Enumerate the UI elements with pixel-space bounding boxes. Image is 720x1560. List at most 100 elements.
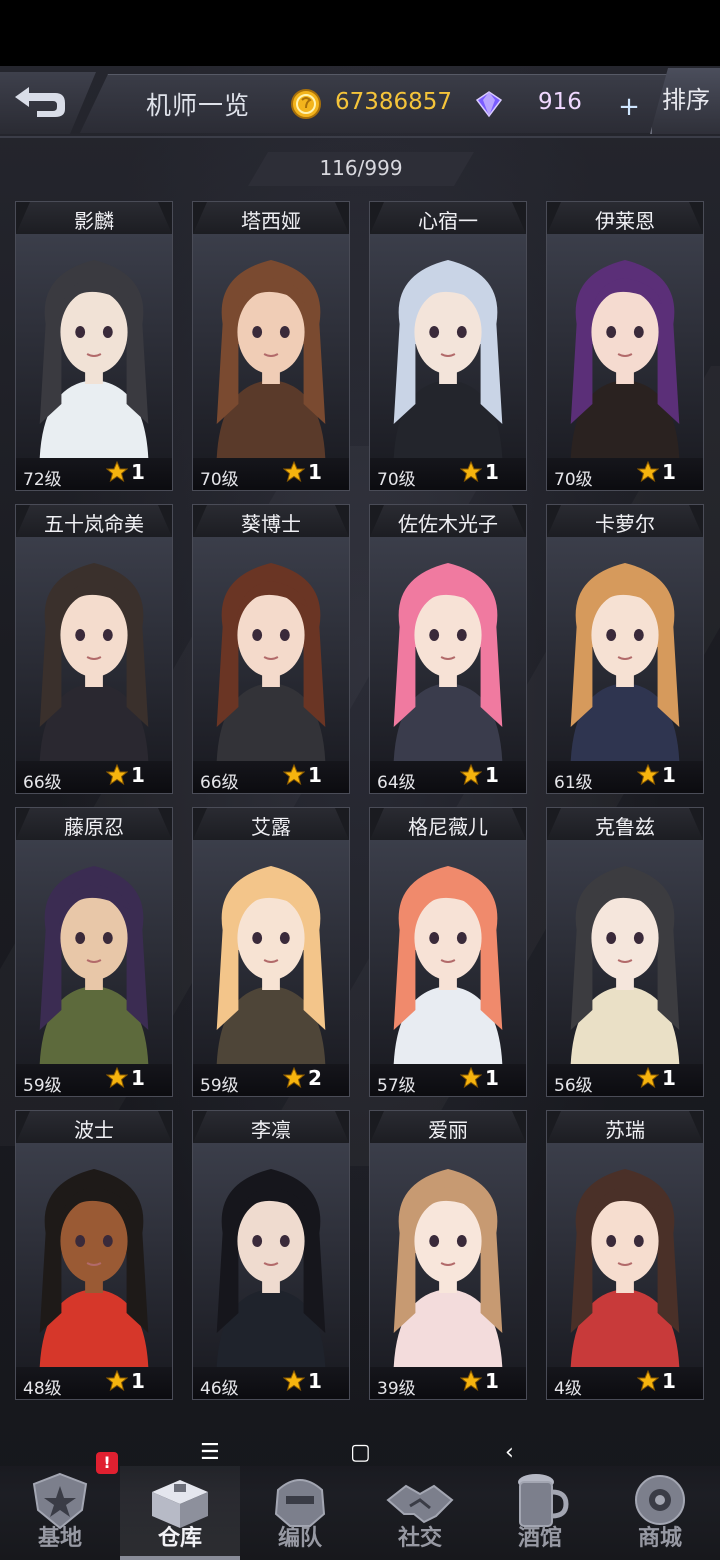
alert-badge: ! xyxy=(96,1452,118,1474)
diamond-icon xyxy=(475,91,503,118)
bottom-nav: ! 基地 仓库 编队 社交 酒馆 商城 xyxy=(0,1452,720,1560)
nav-base[interactable]: ! 基地 xyxy=(0,1452,120,1560)
pilot-name: 艾露 xyxy=(251,815,291,839)
pilot-level: 64级 xyxy=(377,773,416,793)
add-diamond-button[interactable]: + xyxy=(616,94,642,120)
nav-label: 商城 xyxy=(637,1526,682,1551)
star-icon xyxy=(283,764,305,786)
pilot-name: 佐佐木光子 xyxy=(398,512,498,536)
star-icon xyxy=(106,764,128,786)
pilot-card[interactable]: 藤原忍 59级 1 xyxy=(15,807,173,1097)
star-icon xyxy=(460,1067,482,1089)
star-icon xyxy=(637,461,659,483)
pilot-portrait-image xyxy=(193,234,349,458)
pilot-name: 格尼薇儿 xyxy=(408,815,488,839)
pilot-name: 李凛 xyxy=(251,1118,291,1142)
star-icon xyxy=(106,1370,128,1392)
nav-shop[interactable]: 商城 xyxy=(600,1466,720,1560)
diamond-amount: 916 xyxy=(538,89,582,115)
pilot-card[interactable]: 伊莱恩 70级 1 xyxy=(546,201,704,491)
softkey-home[interactable]: ▢ xyxy=(350,1440,371,1465)
softkey-back[interactable]: ‹ xyxy=(505,1440,514,1465)
pilot-name: 伊莱恩 xyxy=(595,209,655,233)
pilot-card[interactable]: 格尼薇儿 57级 1 xyxy=(369,807,527,1097)
pilot-level: 4级 xyxy=(554,1379,582,1399)
pilot-card[interactable]: 波士 48级 1 xyxy=(15,1110,173,1400)
pilot-portrait-image xyxy=(370,840,526,1064)
pilot-name: 塔西娅 xyxy=(241,209,301,233)
back-button[interactable] xyxy=(0,72,96,134)
pilot-level: 48级 xyxy=(23,1379,62,1399)
star-icon xyxy=(637,764,659,786)
pilot-name: 爱丽 xyxy=(428,1118,468,1142)
pilot-portrait-image xyxy=(193,1143,349,1367)
nav-label: 仓库 xyxy=(157,1526,202,1551)
pilot-name: 克鲁兹 xyxy=(595,815,655,839)
pilot-level: 72级 xyxy=(23,470,62,490)
pilot-level: 70级 xyxy=(554,470,593,490)
pilot-name: 卡萝尔 xyxy=(595,512,655,536)
star-icon xyxy=(637,1067,659,1089)
pilot-portrait-image xyxy=(370,537,526,761)
gold-amount: 67386857 xyxy=(335,89,453,115)
roster-count: 116/999 xyxy=(319,156,403,180)
pilot-portrait-image xyxy=(16,1143,172,1367)
star-icon xyxy=(460,764,482,786)
status-bar xyxy=(0,0,720,66)
pilot-star-count: 1 xyxy=(308,763,322,787)
pilot-level: 70级 xyxy=(377,470,416,490)
pilot-level: 59级 xyxy=(23,1076,62,1096)
pilot-level: 66级 xyxy=(200,773,239,793)
pilot-level: 66级 xyxy=(23,773,62,793)
pilot-card[interactable]: 爱丽 39级 1 xyxy=(369,1110,527,1400)
pilot-card[interactable]: 塔西娅 70级 1 xyxy=(192,201,350,491)
nav-label: 编队 xyxy=(277,1526,322,1551)
pilot-card[interactable]: 葵博士 66级 1 xyxy=(192,504,350,794)
nav-label: 基地 xyxy=(37,1526,82,1551)
star-icon xyxy=(460,461,482,483)
pilot-name: 苏瑞 xyxy=(605,1118,645,1142)
pilot-portrait-image xyxy=(193,840,349,1064)
star-icon xyxy=(283,1067,305,1089)
pilot-star-count: 1 xyxy=(485,763,499,787)
pilot-portrait-image xyxy=(16,537,172,761)
pilot-card[interactable]: 李凛 46级 1 xyxy=(192,1110,350,1400)
gold-coin-icon xyxy=(291,89,321,119)
sort-button-label: 排序 xyxy=(662,86,710,114)
pilot-name: 五十岚命美 xyxy=(44,512,144,536)
pilot-portrait-image xyxy=(16,234,172,458)
pilot-portrait-image xyxy=(16,840,172,1064)
nav-label: 酒馆 xyxy=(517,1526,562,1551)
pilot-card[interactable]: 卡萝尔 61级 1 xyxy=(546,504,704,794)
pilot-level: 61级 xyxy=(554,773,593,793)
pilot-card[interactable]: 苏瑞 4级 1 xyxy=(546,1110,704,1400)
divider xyxy=(0,136,720,138)
pilot-card[interactable]: 艾露 59级 2 xyxy=(192,807,350,1097)
nav-warehouse[interactable]: 仓库 xyxy=(120,1466,240,1560)
pilot-name: 波士 xyxy=(74,1118,114,1142)
pilot-portrait-image xyxy=(370,1143,526,1367)
pilot-portrait-image xyxy=(547,1143,703,1367)
nav-label: 社交 xyxy=(397,1526,442,1551)
pilot-star-count: 1 xyxy=(662,763,676,787)
pilot-name: 影麟 xyxy=(74,209,114,233)
pilot-star-count: 1 xyxy=(131,1369,145,1393)
page-title: 机师一览 xyxy=(146,91,251,120)
softkey-menu[interactable]: ☰ xyxy=(200,1440,220,1465)
pilot-card[interactable]: 克鲁兹 56级 1 xyxy=(546,807,704,1097)
nav-tavern[interactable]: 酒馆 xyxy=(480,1466,600,1560)
pilot-portrait-image xyxy=(547,234,703,458)
pilot-star-count: 1 xyxy=(131,460,145,484)
pilot-card[interactable]: 影麟 72级 1 xyxy=(15,201,173,491)
pilot-card[interactable]: 心宿一 70级 1 xyxy=(369,201,527,491)
pilot-card[interactable]: 佐佐木光子 64级 1 xyxy=(369,504,527,794)
pilot-star-count: 1 xyxy=(485,1369,499,1393)
star-icon xyxy=(106,1067,128,1089)
star-icon xyxy=(283,1370,305,1392)
pilot-card[interactable]: 五十岚命美 66级 1 xyxy=(15,504,173,794)
pilot-name: 葵博士 xyxy=(241,512,301,536)
pilot-level: 59级 xyxy=(200,1076,239,1096)
nav-formation[interactable]: 编队 xyxy=(240,1466,360,1560)
pilot-star-count: 1 xyxy=(308,1369,322,1393)
nav-social[interactable]: 社交 xyxy=(360,1466,480,1560)
